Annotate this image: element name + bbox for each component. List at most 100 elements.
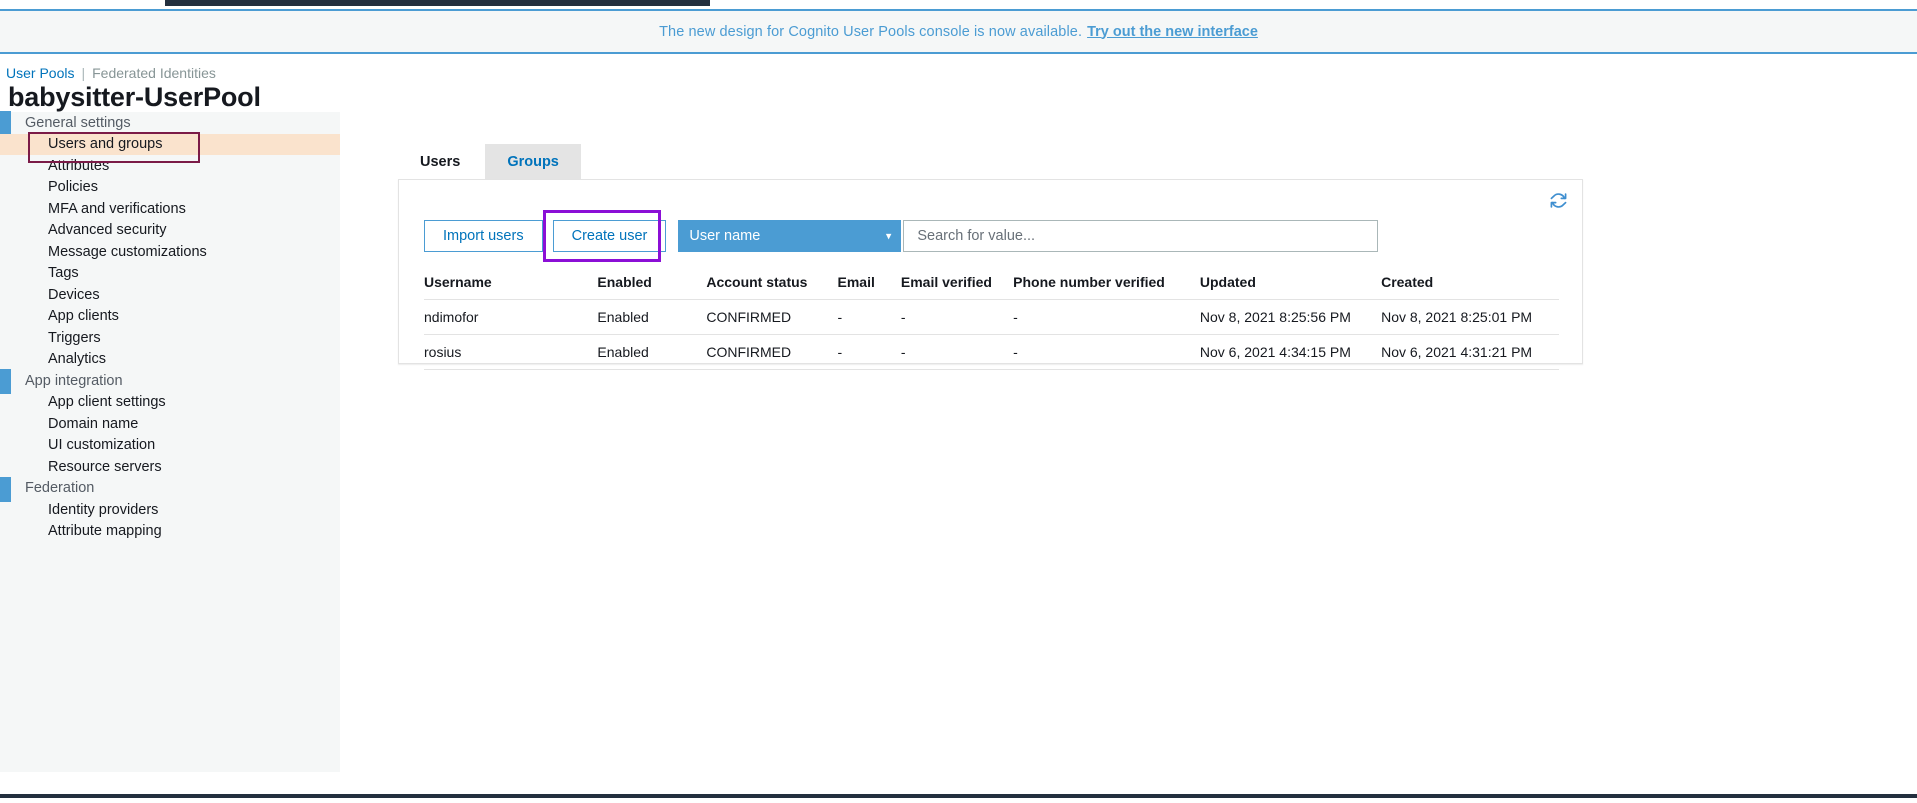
cell-updated: Nov 8, 2021 8:25:56 PM: [1199, 299, 1382, 335]
sidebar-item-tags[interactable]: Tags: [0, 263, 340, 285]
tab-users[interactable]: Users: [398, 144, 483, 179]
sidebar-group-label: General settings: [25, 114, 131, 131]
sidebar-item-label: Triggers: [48, 329, 101, 346]
sidebar-item-attribute-mapping[interactable]: Attribute mapping: [0, 521, 340, 543]
column-header-email-verified[interactable]: Email verified: [900, 274, 1014, 300]
group-marker: [0, 369, 11, 394]
table-header-row: Username Enabled Account status Email Em…: [424, 274, 1559, 300]
sidebar-item-attributes[interactable]: Attributes: [0, 155, 340, 177]
cell-email-verified: -: [900, 299, 1014, 335]
new-design-banner: The new design for Cognito User Pools co…: [0, 9, 1917, 54]
sidebar-item-label: App client settings: [48, 394, 166, 411]
column-header-username[interactable]: Username: [424, 274, 598, 300]
sidebar-nav: General settings Users and groups Attrib…: [0, 111, 340, 772]
cell-username[interactable]: ndimofor: [424, 299, 598, 335]
users-panel: Import users Create user User name ▾ Use…: [398, 179, 1583, 370]
sidebar-item-label: Policies: [48, 179, 98, 196]
users-toolbar: Import users Create user User name ▾: [424, 210, 1379, 262]
sidebar-item-label: Advanced security: [48, 222, 167, 239]
sidebar-group-app-integration: App integration: [0, 369, 340, 394]
filter-attribute-select[interactable]: User name ▾: [678, 220, 902, 252]
cell-created: Nov 8, 2021 8:25:01 PM: [1381, 299, 1559, 335]
sidebar-item-message-customizations[interactable]: Message customizations: [0, 241, 340, 263]
cell-email: -: [837, 299, 901, 335]
sidebar-item-label: Resource servers: [48, 458, 162, 475]
search-field-wrapper: [903, 220, 1379, 252]
column-header-created[interactable]: Created: [1381, 274, 1559, 300]
sidebar-item-label: Attributes: [48, 157, 110, 174]
column-header-email[interactable]: Email: [837, 274, 901, 300]
create-user-button-wrapper: Create user: [542, 210, 667, 262]
breadcrumb: User Pools | Federated Identities: [6, 64, 216, 82]
sidebar-item-resource-servers[interactable]: Resource servers: [0, 456, 340, 478]
tab-strip: Users Groups: [398, 144, 581, 179]
group-marker: [0, 111, 11, 136]
group-marker: [0, 476, 11, 502]
bottom-strip: [0, 772, 1917, 803]
column-header-enabled[interactable]: Enabled: [597, 274, 707, 300]
column-header-phone-number-verified[interactable]: Phone number verified: [1013, 274, 1200, 300]
sidebar-item-app-clients[interactable]: App clients: [0, 306, 340, 328]
main-content: Users Groups Import users Create user Us…: [340, 112, 1917, 772]
table-row[interactable]: ndimofor Enabled CONFIRMED - - - Nov 8, …: [424, 299, 1559, 335]
tab-label: Groups: [507, 153, 559, 170]
sidebar-item-ui-customization[interactable]: UI customization: [0, 435, 340, 457]
page-title: babysitter-UserPool: [8, 82, 261, 112]
sidebar-item-identity-providers[interactable]: Identity providers: [0, 499, 340, 521]
table-row[interactable]: rosius Enabled CONFIRMED - - - Nov 6, 20…: [424, 334, 1559, 370]
column-header-account-status[interactable]: Account status: [706, 274, 838, 300]
tab-groups[interactable]: Groups: [485, 144, 581, 179]
users-table: Username Enabled Account status Email Em…: [424, 274, 1559, 370]
users-table-head: Username Enabled Account status Email Em…: [424, 274, 1559, 300]
sidebar-group-federation: Federation: [0, 476, 340, 502]
import-users-button[interactable]: Import users: [424, 220, 543, 252]
sidebar-item-triggers[interactable]: Triggers: [0, 327, 340, 349]
sidebar-item-label: Domain name: [48, 415, 139, 432]
search-input[interactable]: [915, 227, 1367, 245]
sidebar-item-policies[interactable]: Policies: [0, 177, 340, 199]
sidebar-item-label: MFA and verifications: [48, 200, 186, 217]
sidebar-item-label: Message customizations: [48, 243, 207, 260]
sidebar-item-analytics[interactable]: Analytics: [0, 349, 340, 371]
breadcrumb-federated-identities[interactable]: Federated Identities: [92, 65, 216, 81]
sidebar-item-mfa-and-verifications[interactable]: MFA and verifications: [0, 198, 340, 220]
sidebar-item-label: Devices: [48, 286, 100, 303]
sidebar-item-label: Users and groups: [48, 136, 163, 153]
sidebar-group-label: App integration: [25, 372, 123, 389]
cell-account-status: CONFIRMED: [706, 334, 838, 370]
create-user-button[interactable]: Create user: [552, 220, 667, 252]
cell-updated: Nov 6, 2021 4:34:15 PM: [1199, 334, 1382, 370]
refresh-icon[interactable]: [1548, 190, 1568, 210]
cell-enabled: Enabled: [597, 334, 707, 370]
cell-phone-number-verified: -: [1013, 299, 1200, 335]
cell-enabled: Enabled: [597, 299, 707, 335]
cell-email-verified: -: [900, 334, 1014, 370]
try-new-interface-link[interactable]: Try out the new interface: [1087, 24, 1258, 40]
breadcrumb-user-pools[interactable]: User Pools: [6, 65, 74, 81]
breadcrumb-separator: |: [81, 65, 86, 81]
banner-message: The new design for Cognito User Pools co…: [659, 23, 1083, 40]
cell-account-status: CONFIRMED: [706, 299, 838, 335]
chevron-down-icon: ▾: [885, 230, 892, 243]
sidebar-item-label: Analytics: [48, 351, 107, 368]
sidebar-item-label: Identity providers: [48, 501, 159, 518]
users-table-body: ndimofor Enabled CONFIRMED - - - Nov 8, …: [424, 299, 1559, 370]
sidebar-item-label: Attribute mapping: [48, 523, 162, 540]
sidebar-item-advanced-security[interactable]: Advanced security: [0, 220, 340, 242]
sidebar-item-devices[interactable]: Devices: [0, 284, 340, 306]
sidebar-group-label: Federation: [25, 480, 95, 497]
sidebar-group-general-settings: General settings: [0, 111, 340, 136]
bottom-navy-bar: [0, 794, 1917, 798]
cell-email: -: [837, 334, 901, 370]
cell-username[interactable]: rosius: [424, 334, 598, 370]
sidebar-item-app-client-settings[interactable]: App client settings: [0, 392, 340, 414]
sidebar-item-domain-name[interactable]: Domain name: [0, 413, 340, 435]
cell-phone-number-verified: -: [1013, 334, 1200, 370]
tab-label: Users: [420, 153, 461, 170]
sidebar-item-label: UI customization: [48, 437, 156, 454]
filter-attribute-value: User name: [689, 228, 761, 244]
cell-created: Nov 6, 2021 4:31:21 PM: [1381, 334, 1559, 370]
sidebar-item-label: App clients: [48, 308, 119, 325]
sidebar-item-users-and-groups[interactable]: Users and groups: [0, 133, 340, 155]
column-header-updated[interactable]: Updated: [1199, 274, 1382, 300]
